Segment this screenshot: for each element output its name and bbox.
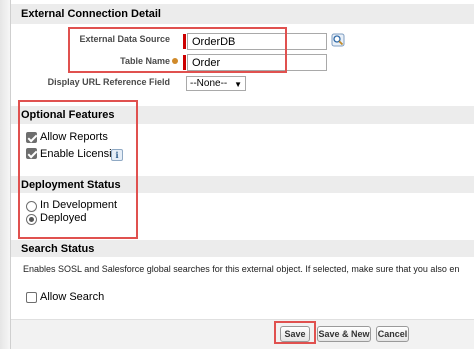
section-header-deployment-status: Deployment Status [11,176,474,193]
allow-search-checkbox[interactable] [26,292,37,303]
allow-reports-checkbox[interactable] [26,132,37,143]
chevron-down-icon: ▼ [234,80,242,89]
section-title: External Connection Detail [21,8,161,20]
section-header-optional-features: Optional Features [11,106,474,124]
external-data-source-label: External Data Source [79,34,170,44]
in-development-label: In Development [40,199,118,211]
section-title: Optional Features [21,109,115,121]
allow-reports-label: Allow Reports [40,131,108,143]
deployed-label: Deployed [40,212,87,224]
table-name-label: Table Name [120,56,170,66]
section-header-search-status: Search Status [11,240,474,257]
cancel-button[interactable]: Cancel [376,326,409,342]
required-indicator [183,55,186,70]
save-and-new-button[interactable]: Save & New [317,326,371,342]
save-button[interactable]: Save [280,326,310,342]
section-title: Deployment Status [21,178,121,191]
required-indicator [183,34,186,49]
external-data-source-input[interactable]: OrderDB [187,33,327,50]
info-icon[interactable]: i [111,149,123,161]
info-dot-icon [172,58,178,64]
enable-licensing-checkbox[interactable] [26,148,37,159]
display-url-label: Display URL Reference Field [47,77,170,87]
table-name-value: Order [192,56,221,69]
deployed-radio[interactable] [26,214,37,225]
display-url-select[interactable]: --None-- ▼ [186,76,246,91]
external-data-source-value: OrderDB [192,35,236,48]
section-title: Search Status [21,242,95,255]
allow-search-label: Allow Search [40,291,105,303]
page-left-margin [0,0,10,359]
lookup-icon[interactable] [331,33,345,47]
in-development-radio[interactable] [26,201,37,212]
page-bottom-edge [0,349,474,359]
section-header-connection-detail: External Connection Detail [11,4,474,24]
search-description: Enables SOSL and Salesforce global searc… [23,264,460,274]
table-name-input[interactable]: Order [187,54,327,71]
display-url-selected: --None-- [190,78,228,89]
